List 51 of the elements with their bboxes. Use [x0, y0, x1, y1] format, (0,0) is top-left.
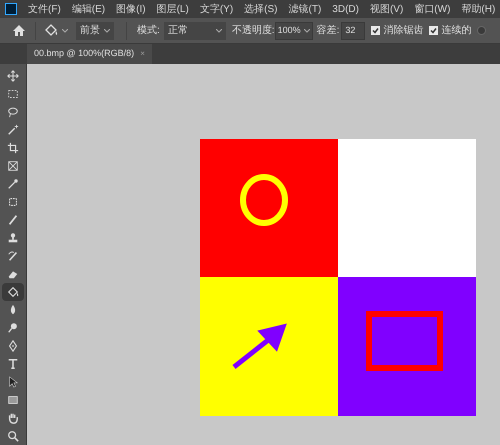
caret-icon — [104, 28, 110, 32]
menu-item[interactable]: 3D(D) — [332, 2, 359, 16]
zoom-icon — [7, 430, 19, 442]
patch-icon — [7, 196, 19, 208]
checkbox[interactable] — [477, 26, 486, 35]
mode-dropdown[interactable]: 正常 — [164, 22, 226, 40]
tool-button[interactable] — [2, 283, 24, 301]
opacity-label: 不透明度: — [232, 24, 275, 38]
checkbox[interactable] — [371, 26, 380, 35]
menu-item[interactable]: 图层(L) — [156, 2, 189, 16]
menu-item[interactable]: 图像(I) — [116, 2, 146, 16]
mode-label: 模式: — [137, 24, 160, 38]
document-tab[interactable]: 00.bmp @ 100%(RGB/8) × — [27, 44, 152, 64]
checkbox-label: 消除锯齿 — [383, 24, 424, 38]
lasso-icon — [7, 106, 19, 118]
paint-bucket-icon — [7, 286, 19, 298]
paint-bucket-icon — [44, 24, 58, 37]
opacity-field[interactable]: 100% — [274, 22, 313, 40]
home-icon[interactable] — [13, 25, 25, 36]
dodge-icon — [7, 322, 19, 334]
menu-item[interactable]: 文件(F) — [28, 2, 61, 16]
marquee-icon — [7, 88, 19, 100]
arrow-pointer-icon — [7, 376, 19, 388]
caret-icon — [62, 28, 68, 32]
menu-item[interactable]: 视图(V) — [370, 2, 404, 16]
pen-icon — [7, 340, 19, 352]
eyedropper-icon — [7, 178, 19, 190]
menu-item[interactable]: 帮助(H) — [461, 2, 496, 16]
stamp-icon — [7, 232, 19, 244]
caret-icon — [216, 28, 222, 32]
type-icon — [7, 358, 19, 370]
checkbox-label: 连续的 — [441, 24, 472, 38]
frame-icon — [7, 160, 19, 172]
history-brush-icon — [7, 250, 19, 262]
hand-icon — [7, 412, 19, 424]
app-logo[interactable] — [5, 3, 17, 15]
rectangle-icon — [7, 394, 19, 406]
brush-icon — [7, 214, 19, 226]
checkbox[interactable] — [429, 26, 438, 35]
menu-item[interactable]: 选择(S) — [244, 2, 278, 16]
tolerance-field[interactable]: 32 — [341, 22, 366, 40]
menu-item[interactable]: 编辑(E) — [72, 2, 106, 16]
move-icon — [7, 70, 19, 82]
fill-source-dropdown[interactable]: 前景 — [76, 22, 114, 40]
tolerance-label: 容差: — [316, 24, 340, 38]
magic-wand-icon — [7, 124, 19, 136]
menu-item[interactable]: 文字(Y) — [200, 2, 234, 16]
menu-item[interactable]: 窗口(W) — [414, 2, 450, 16]
caret-icon — [304, 28, 310, 32]
crop-icon — [7, 142, 19, 154]
menu-item[interactable]: 滤镜(T) — [288, 2, 322, 16]
